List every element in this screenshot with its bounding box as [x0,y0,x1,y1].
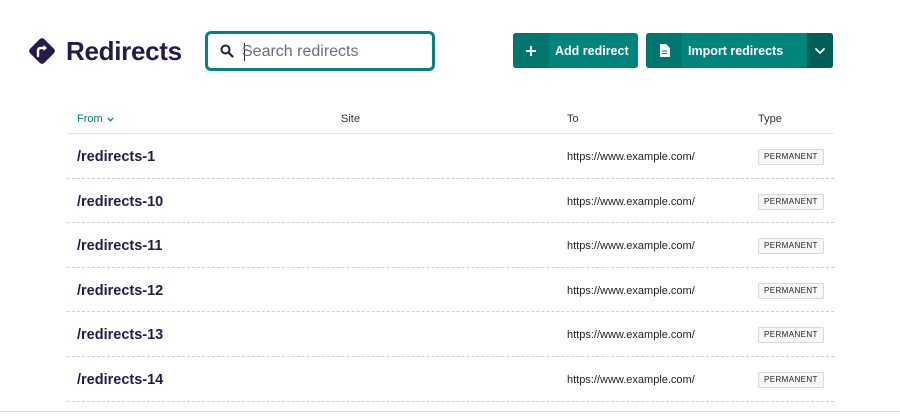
table-header: From Site To Type [67,104,834,134]
add-redirect-button[interactable]: Add redirect [513,33,638,68]
type-badge: PERMANENT [758,149,824,165]
page-title: Redirects [66,36,182,66]
column-header-site: Site [341,113,360,125]
window-bottom-edge [0,411,900,412]
column-header-type: Type [758,113,782,125]
column-header-from[interactable]: From [77,113,114,125]
type-badge: PERMANENT [758,238,824,255]
column-header-from-label: From [77,113,103,125]
redirect-from-link[interactable]: /redirects-1 [77,149,155,165]
redirect-to: https://www.example.com/ [567,284,695,297]
chevron-down-icon [815,47,825,54]
import-redirects-label: Import redirects [688,43,784,58]
table-row: /redirects-11 https://www.example.com/ P… [67,223,834,268]
type-badge: PERMANENT [758,193,824,210]
type-badge: PERMANENT [758,327,824,344]
redirect-from-link[interactable]: /redirects-13 [77,327,163,343]
redirect-from-link[interactable]: /redirects-14 [77,372,163,388]
document-icon [646,33,682,68]
table-row: /redirects-1 https://www.example.com/ PE… [67,134,834,179]
search-icon [220,44,234,58]
redirect-to: https://www.example.com/ [567,373,695,386]
redirect-to: https://www.example.com/ [567,240,695,253]
column-header-to: To [567,113,579,125]
redirect-sign-icon [29,38,55,64]
redirect-to: https://www.example.com/ [567,329,695,342]
table-row: /redirects-14 https://www.example.com/ P… [67,357,834,402]
type-badge: PERMANENT [758,282,824,299]
chevron-down-icon [107,116,114,122]
import-redirects-button[interactable]: Import redirects [646,33,833,68]
table-row: /redirects-12 https://www.example.com/ P… [67,268,834,313]
redirect-from-link[interactable]: /redirects-10 [77,194,163,210]
redirect-to: https://www.example.com/ [567,151,695,163]
add-redirect-label: Add redirect [555,43,629,58]
plus-icon [513,33,549,68]
redirect-from-link[interactable]: /redirects-12 [77,283,163,299]
table-row: /redirects-13 https://www.example.com/ P… [67,312,834,357]
redirect-to: https://www.example.com/ [567,195,695,208]
search-input[interactable] [242,38,428,65]
import-more-button[interactable] [807,33,833,68]
redirects-table: From Site To Type /redirects-1 https://w… [67,104,834,402]
search-box[interactable] [205,31,435,71]
page-header: Redirects Add redirect Import redirects [0,0,900,100]
type-badge: PERMANENT [758,371,824,388]
redirect-from-link[interactable]: /redirects-11 [77,238,162,254]
table-row: /redirects-10 https://www.example.com/ P… [67,179,834,224]
